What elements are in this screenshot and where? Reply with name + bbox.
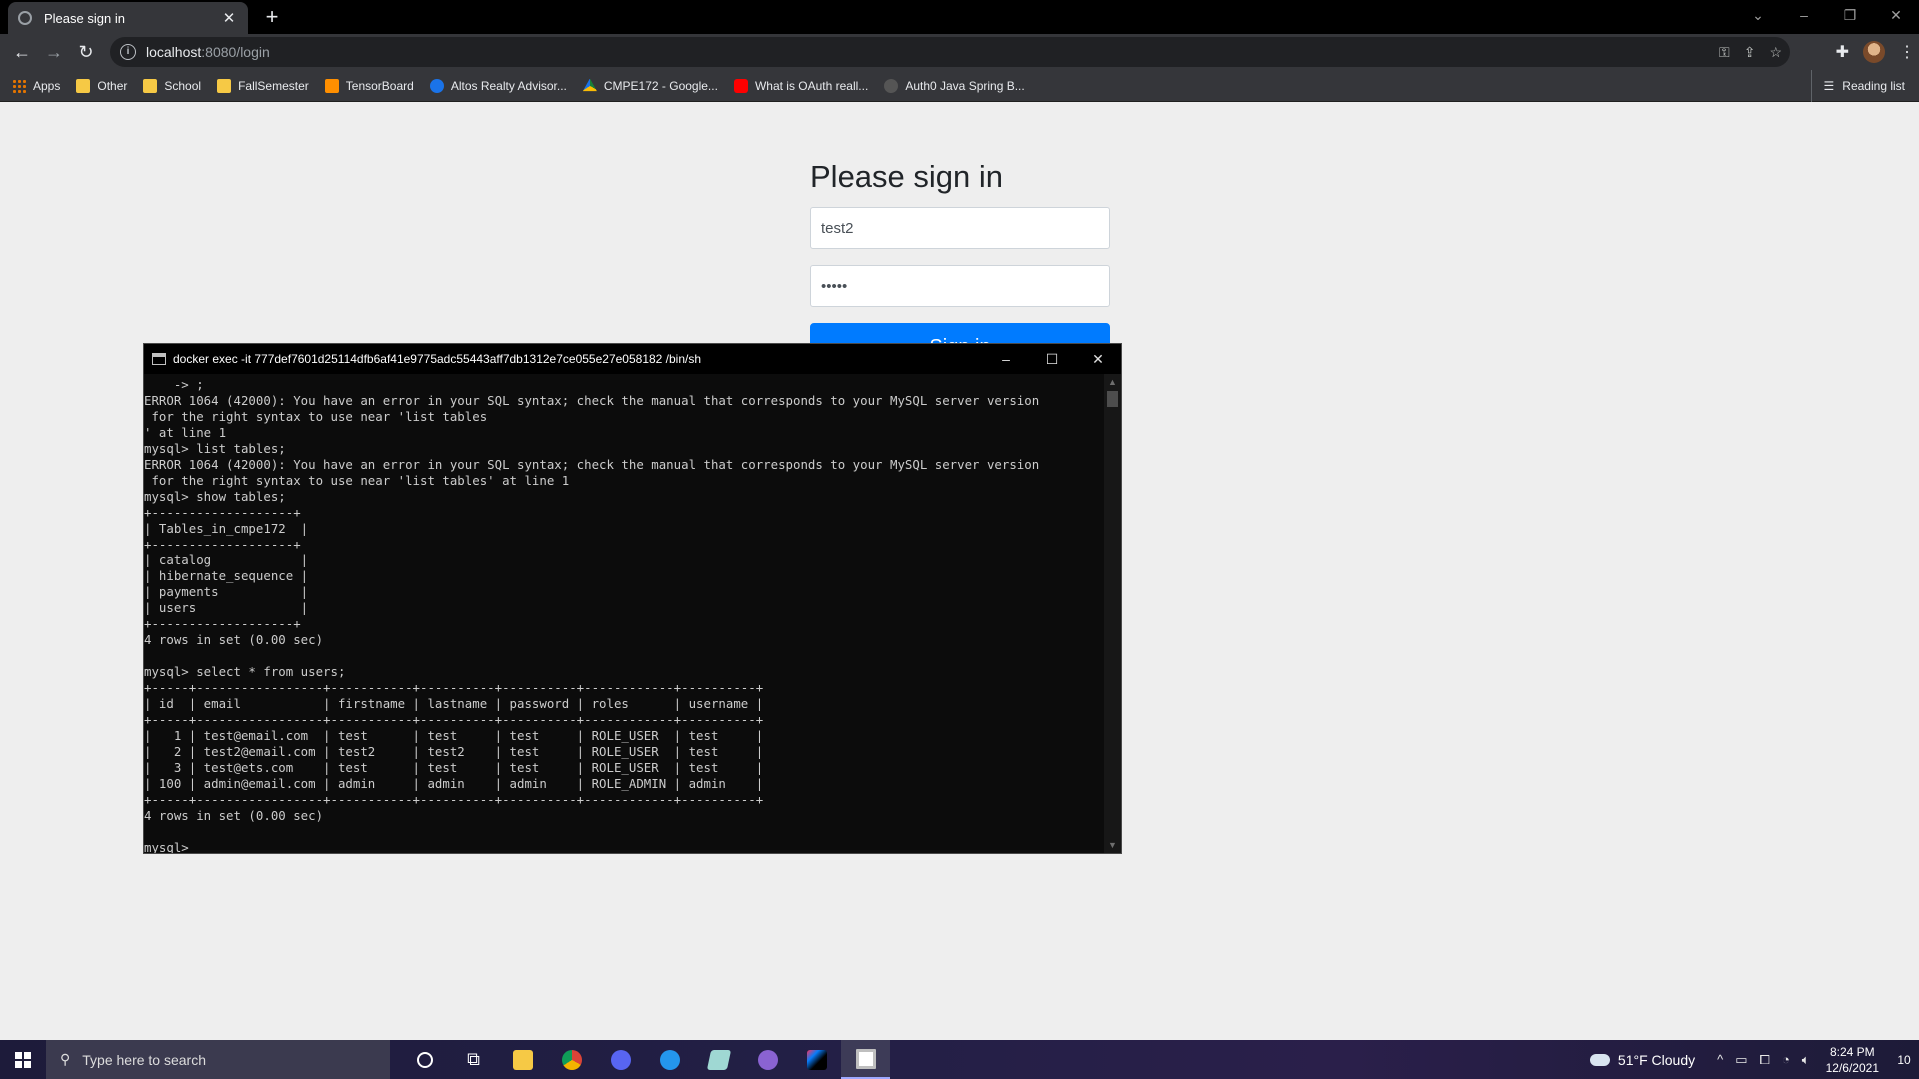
terminal-minimize-button[interactable]: – [983, 351, 1029, 367]
youtube-icon [733, 78, 748, 93]
page-title: Please sign in [810, 159, 1004, 194]
back-button[interactable]: ← [8, 38, 36, 66]
bookmark-oauth[interactable]: What is OAuth reall... [733, 78, 868, 93]
meet-now-icon[interactable]: ▭ [1735, 1052, 1747, 1068]
globe-icon [18, 11, 32, 25]
scroll-thumb[interactable] [1107, 391, 1118, 407]
terminal-text: -> ; ERROR 1064 (42000): You have an err… [144, 377, 1040, 853]
username-input[interactable] [810, 207, 1110, 249]
discord-icon[interactable] [596, 1040, 645, 1079]
clock-date: 12/6/2021 [1825, 1060, 1879, 1075]
chrome-icon[interactable] [547, 1040, 596, 1079]
weather-widget[interactable]: 51°F Cloudy [1589, 1052, 1695, 1068]
menu-kebab-icon[interactable]: ⋮ [1899, 42, 1915, 62]
tensorboard-icon [324, 78, 339, 93]
github-desktop-icon[interactable] [743, 1040, 792, 1079]
bookmark-other[interactable]: Other [76, 78, 127, 93]
cloud-icon [1589, 1053, 1610, 1066]
bookmark-fallsemester[interactable]: FallSemester [217, 78, 309, 93]
extensions-icon[interactable]: ✚ [1836, 42, 1849, 62]
bookmark-auth0[interactable]: Auth0 Java Spring B... [884, 78, 1025, 93]
address-bar[interactable]: i localhost:8080/login ⚿ ⇪ ☆ [110, 37, 1790, 67]
browser-toolbar: ← → ↻ i localhost:8080/login ⚿ ⇪ ☆ ✚ ⋮ [0, 34, 1919, 70]
bookmark-altos[interactable]: Altos Realty Advisor... [429, 78, 567, 93]
address-host: localhost [146, 44, 202, 60]
notification-count: 10 [1897, 1052, 1911, 1067]
terminal-scrollbar[interactable]: ▲ ▼ [1104, 374, 1121, 853]
password-input[interactable] [810, 265, 1110, 307]
key-icon[interactable]: ⚿ [1719, 44, 1730, 61]
tab-strip: Please sign in ✕ + ⌄ – ❐ ✕ [0, 0, 1919, 34]
windows-logo-icon [15, 1051, 31, 1068]
tab-title: Please sign in [44, 10, 125, 26]
scroll-down-icon[interactable]: ▼ [1104, 837, 1121, 853]
bookmark-apps[interactable]: Apps [12, 78, 60, 93]
clock-time: 8:24 PM [1829, 1044, 1875, 1059]
notification-center[interactable]: 10 [1889, 1040, 1919, 1079]
folder-icon [143, 78, 158, 93]
taskbar-apps: ⧉ [400, 1040, 890, 1079]
forward-button[interactable]: → [40, 38, 68, 66]
folder-icon [217, 78, 232, 93]
share-icon[interactable]: ⇪ [1744, 44, 1756, 61]
tab-search-icon[interactable]: ⌄ [1735, 0, 1781, 30]
file-explorer-icon[interactable] [498, 1040, 547, 1079]
system-tray: 51°F Cloudy ^ ▭ ⧠ ◔ 🔈︎ 8:24 PM 12/6/2021… [1589, 1040, 1919, 1079]
new-tab-button[interactable]: + [258, 4, 286, 32]
task-view-icon[interactable]: ⧉ [449, 1040, 498, 1079]
notepad-icon[interactable] [694, 1040, 743, 1079]
tab-close-icon[interactable]: ✕ [220, 9, 238, 27]
terminal-icon[interactable] [841, 1040, 890, 1079]
terminal-close-button[interactable]: ✕ [1075, 351, 1121, 368]
minimize-button[interactable]: – [1781, 0, 1827, 30]
windows-taskbar: ⚲ Type here to search ⧉ 51°F Cloudy ^ ▭ … [0, 1040, 1919, 1079]
bookmark-cmpe172[interactable]: CMPE172 - Google... [582, 78, 718, 93]
volume-icon[interactable]: 🔈︎ [1802, 1052, 1810, 1068]
folder-icon [76, 78, 91, 93]
address-path: :8080/login [201, 44, 270, 60]
terminal-output[interactable]: -> ; ERROR 1064 (42000): You have an err… [144, 374, 1104, 853]
auth0-icon [884, 78, 899, 93]
reload-button[interactable]: ↻ [72, 38, 100, 66]
altos-icon [429, 78, 444, 93]
google-drive-icon [582, 78, 597, 92]
search-placeholder: Type here to search [82, 1051, 207, 1068]
bookmark-tensorboard[interactable]: TensorBoard [324, 78, 414, 93]
bookmark-star-icon[interactable]: ☆ [1769, 44, 1782, 61]
toolbar-right: ✚ ⋮ [1836, 38, 1915, 66]
reading-list-icon: ☰ [1823, 79, 1835, 93]
scroll-up-icon[interactable]: ▲ [1104, 374, 1121, 390]
taskbar-search[interactable]: ⚲ Type here to search [46, 1040, 390, 1079]
search-icon: ⚲ [60, 1051, 71, 1067]
window-controls: ⌄ – ❐ ✕ [1735, 0, 1919, 30]
browser-tab[interactable]: Please sign in ✕ [8, 2, 248, 34]
restore-button[interactable]: ❐ [1827, 0, 1873, 30]
apps-grid-icon [12, 78, 26, 93]
start-button[interactable] [0, 1040, 46, 1079]
bookmark-school[interactable]: School [143, 78, 201, 93]
clock[interactable]: 8:24 PM 12/6/2021 [1826, 1044, 1879, 1076]
chevron-up-icon[interactable]: ^ [1717, 1052, 1723, 1067]
profile-avatar[interactable] [1863, 41, 1885, 63]
display-icon[interactable]: ⧠ [1760, 1052, 1770, 1068]
terminal-maximize-button[interactable]: ☐ [1029, 351, 1075, 368]
bookmarks-bar: Apps Other School FallSemester TensorBoa… [0, 70, 1919, 102]
reading-list-button[interactable]: ☰ Reading list [1810, 70, 1905, 102]
docker-icon[interactable] [645, 1040, 694, 1079]
terminal-window[interactable]: docker exec -it 777def7601d25114dfb6af41… [143, 343, 1122, 854]
intellij-icon[interactable] [792, 1040, 841, 1079]
sign-in-form: Please sign in Sign in [810, 155, 1110, 371]
wifi-icon[interactable]: ◔ [1782, 1052, 1790, 1067]
cortana-icon[interactable] [400, 1040, 449, 1079]
terminal-title: docker exec -it 777def7601d25114dfb6af41… [173, 352, 702, 366]
close-window-button[interactable]: ✕ [1873, 0, 1919, 30]
site-info-icon[interactable]: i [120, 44, 136, 60]
omnibox-actions: ⚿ ⇪ ☆ [1719, 37, 1782, 67]
terminal-titlebar[interactable]: docker exec -it 777def7601d25114dfb6af41… [144, 344, 1121, 374]
console-icon [152, 353, 166, 365]
